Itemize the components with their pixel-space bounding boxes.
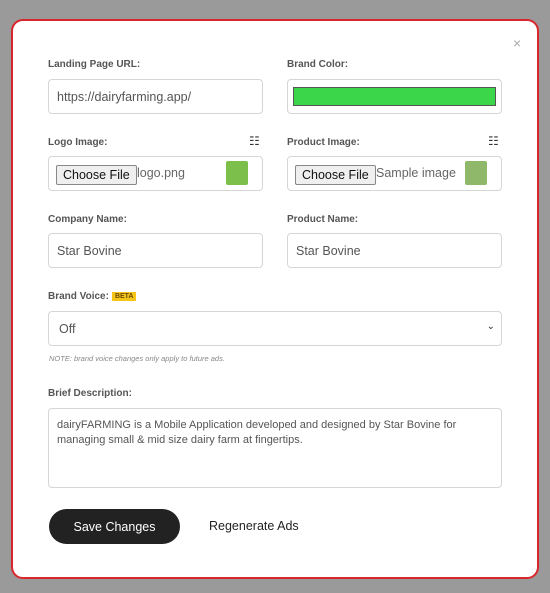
product-name-value: Star Bovine (296, 244, 361, 258)
logo-image-label: Logo Image: (48, 137, 108, 148)
product-image-input[interactable]: Choose File Sample image 1 (287, 156, 502, 191)
logo-thumbnail (226, 161, 248, 185)
save-changes-button[interactable]: Save Changes (49, 509, 180, 544)
brand-voice-label-text: Brand Voice: (48, 291, 109, 302)
brand-voice-select[interactable]: Off ⌄ (48, 311, 502, 346)
product-thumbnail (465, 161, 487, 185)
regenerate-ads-button[interactable]: Regenerate Ads (209, 519, 299, 533)
product-image-label: Product Image: (287, 137, 360, 148)
brand-color-label: Brand Color: (287, 59, 349, 70)
product-name-label: Product Name: (287, 214, 359, 225)
landing-url-input[interactable]: https://dairyfarming.app/ (48, 79, 263, 114)
description-value: dairyFARMING is a Mobile Application dev… (57, 419, 457, 446)
choose-file-button[interactable]: Choose File (56, 165, 137, 185)
brand-voice-note: NOTE: brand voice changes only apply to … (49, 354, 225, 363)
product-file-name: Sample image 1 (376, 166, 458, 180)
choose-file-button[interactable]: Choose File (295, 165, 376, 185)
brand-voice-label: Brand Voice: BETA (48, 291, 137, 302)
brand-color-swatch (293, 87, 496, 106)
edit-brand-modal: × Landing Page URL: https://dairyfarming… (11, 19, 539, 579)
brand-voice-value: Off (59, 322, 76, 336)
description-label: Brief Description: (48, 388, 132, 399)
description-textarea[interactable]: dairyFARMING is a Mobile Application dev… (48, 408, 502, 488)
sliders-icon[interactable]: ☷ (488, 134, 499, 148)
brand-color-picker[interactable] (287, 79, 502, 114)
product-name-input[interactable]: Star Bovine (287, 233, 502, 268)
beta-badge: BETA (111, 291, 137, 301)
chevron-down-icon: ⌄ (486, 321, 495, 332)
logo-image-input[interactable]: Choose File logo.png (48, 156, 263, 191)
logo-file-name: logo.png (137, 166, 185, 180)
landing-url-label: Landing Page URL: (48, 59, 141, 70)
company-name-input[interactable]: Star Bovine (48, 233, 263, 268)
sliders-icon[interactable]: ☷ (249, 134, 260, 148)
company-name-label: Company Name: (48, 214, 127, 225)
close-icon[interactable]: × (513, 35, 521, 51)
landing-url-value: https://dairyfarming.app/ (57, 90, 192, 104)
company-name-value: Star Bovine (57, 244, 122, 258)
